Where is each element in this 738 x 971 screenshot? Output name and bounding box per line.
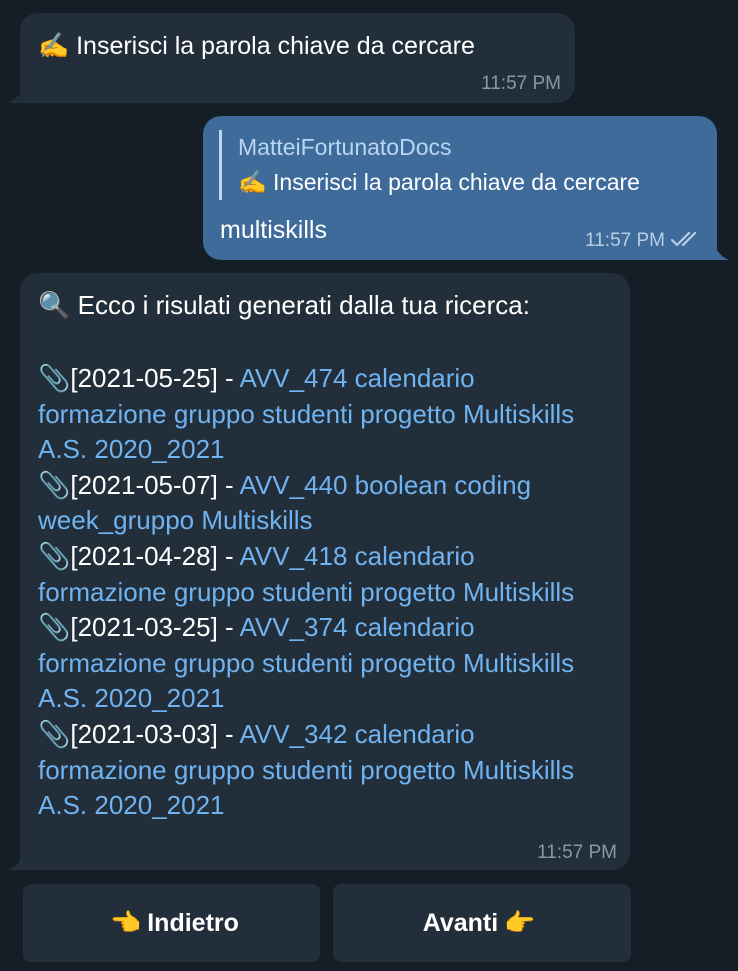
prompt-text-line: ✍️ Inserisci la parola chiave da cercare: [38, 32, 475, 61]
user-message-text: multiskills: [220, 216, 327, 244]
result-date: [2021-05-25] -: [70, 363, 240, 393]
paperclip-icon: 📎: [38, 540, 71, 571]
bubble-tail: [8, 856, 22, 870]
result-item: 📎[2021-05-25] - AVV_474 calendario forma…: [38, 361, 608, 468]
message-time: 11:57 PM: [585, 230, 665, 251]
result-item: 📎[2021-03-25] - AVV_374 calendario forma…: [38, 610, 608, 717]
results-header-text: Ecco i risulati generati dalla tua ricer…: [77, 290, 530, 320]
quoted-sender-name: MatteiFortunatoDocs: [238, 134, 452, 160]
quoted-text: Inserisci la parola chiave da cercare: [273, 169, 640, 195]
result-date: [2021-05-07] -: [70, 469, 240, 500]
paperclip-icon: 📎: [38, 718, 71, 749]
quoted-reply[interactable]: MatteiFortunatoDocs ✍️ Inserisci la paro…: [219, 130, 640, 200]
result-item: 📎[2021-04-28] - AVV_418 calendario forma…: [38, 539, 608, 610]
result-date: [2021-04-28] -: [70, 540, 240, 571]
result-item: 📎[2021-05-07] - AVV_440 boolean coding w…: [38, 468, 608, 539]
writing-hand-icon: ✍️: [238, 169, 267, 195]
search-results-message[interactable]: 🔍 Ecco i risulati generati dalla tua ric…: [8, 273, 630, 870]
pointing-left-icon: 👈: [110, 908, 142, 937]
result-date: [2021-03-03] -: [70, 718, 240, 749]
paperclip-icon: 📎: [38, 363, 71, 393]
message-time: 11:57 PM: [537, 842, 617, 863]
quoted-text-line: ✍️ Inserisci la parola chiave da cercare: [238, 165, 640, 200]
results-header: 🔍 Ecco i risulati generati dalla tua ric…: [38, 290, 530, 321]
back-button-label: Indietro: [147, 908, 239, 937]
results-list: 📎[2021-05-25] - AVV_474 calendario forma…: [38, 361, 608, 824]
paperclip-icon: 📎: [38, 612, 71, 643]
double-check-icon: [670, 231, 697, 247]
next-button[interactable]: Avanti 👉: [333, 884, 631, 962]
bubble-tail: [715, 246, 729, 260]
bot-prompt-message[interactable]: ✍️ Inserisci la parola chiave da cercare…: [8, 13, 575, 103]
next-button-label: Avanti: [422, 908, 499, 937]
result-item: 📎[2021-03-03] - AVV_342 calendario forma…: [38, 717, 608, 824]
message-time: 11:57 PM: [481, 73, 561, 94]
pointing-right-icon: 👉: [504, 908, 536, 937]
bubble-tail: [8, 89, 22, 103]
magnifying-glass-icon: 🔍: [38, 290, 71, 320]
prompt-text: Inserisci la parola chiave da cercare: [76, 32, 475, 60]
back-button[interactable]: 👈 Indietro: [23, 884, 320, 962]
user-reply-message[interactable]: MatteiFortunatoDocs ✍️ Inserisci la paro…: [203, 116, 729, 260]
paperclip-icon: 📎: [38, 469, 71, 500]
result-date: [2021-03-25] -: [70, 612, 240, 643]
writing-hand-icon: ✍️: [38, 32, 70, 60]
